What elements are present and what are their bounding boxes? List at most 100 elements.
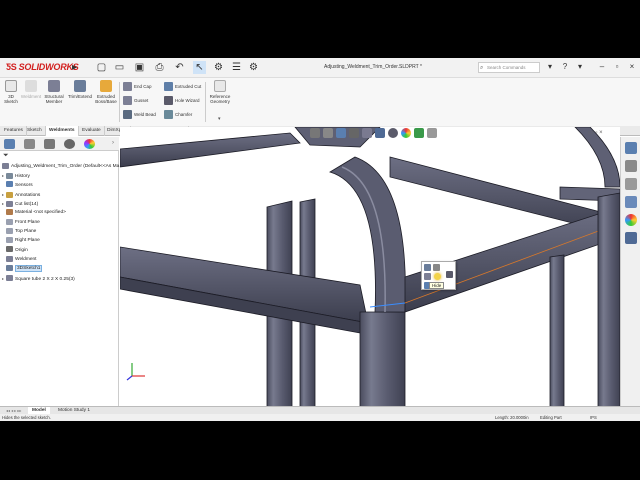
end-cap-icon [123, 82, 132, 92]
restore-icon[interactable]: ▫ [612, 62, 622, 71]
help-dropdown-icon[interactable]: ▾ [575, 62, 585, 71]
custom-properties-icon[interactable] [625, 232, 637, 244]
tree-item[interactable]: ▸ Annotations [0, 190, 119, 199]
tree-item[interactable]: Sensors [0, 181, 119, 190]
tree-item-icon [6, 265, 13, 271]
expand-arrow-icon[interactable]: ▸ [68, 61, 81, 74]
tree-item[interactable]: ▸ Cut list(14) [0, 199, 119, 208]
dimxpert-manager-icon[interactable] [64, 139, 75, 149]
zoom-to-area-icon[interactable] [323, 128, 333, 138]
sketch3d-icon [5, 80, 17, 92]
tree-item-label: Weldment [15, 256, 37, 262]
column-front-center [359, 311, 406, 408]
structural-member-label: Structural Member [44, 94, 64, 104]
reference-geometry-dropdown-icon[interactable]: ▾ [218, 116, 221, 122]
search-dropdown-icon[interactable]: ▾ [545, 62, 555, 71]
gusset-label: Gusset [134, 98, 149, 103]
options-gear-icon[interactable]: ⚙ [247, 61, 260, 74]
save-icon[interactable]: ▣ [133, 61, 146, 74]
graphics-area[interactable]: ▭ ▫ × [120, 127, 620, 408]
zoom-to-selection-icon[interactable] [446, 271, 453, 278]
weldment-frame-model[interactable] [120, 127, 620, 408]
hide-icon[interactable] [434, 273, 441, 280]
tree-item-label: Origin [15, 247, 28, 253]
file-properties-icon[interactable]: ☰ [230, 61, 243, 74]
apply-scene-icon[interactable] [414, 128, 424, 138]
tree-item[interactable]: 3DSketch1 [0, 264, 119, 273]
tree-item[interactable]: Top Plane [0, 227, 119, 236]
previous-view-icon[interactable] [336, 128, 346, 138]
tree-item[interactable]: ▸ Square tube 2 X 2 X 0.25(3) [0, 274, 119, 283]
weldment-icon [25, 80, 37, 92]
tree-item[interactable]: Origin [0, 246, 119, 255]
rebuild-icon[interactable]: ⚙ [212, 61, 225, 74]
structural-member-button[interactable]: Structural Member [43, 80, 65, 104]
tab-sketch[interactable]: Sketch [24, 126, 46, 136]
tree-item[interactable]: Right Plane [0, 236, 119, 245]
tree-item-icon [6, 181, 13, 188]
tree-item[interactable]: Material <not specified> [0, 208, 119, 217]
zoom-to-fit-icon[interactable] [310, 128, 320, 138]
tab-evaluate[interactable]: Evaluate [79, 126, 105, 136]
chamfer-button[interactable]: Chamfer [164, 109, 192, 121]
trim-extend-button[interactable]: Trim/Extend [67, 80, 93, 99]
feature-tree-icon[interactable] [4, 139, 15, 149]
hide-show-items-icon[interactable] [388, 128, 398, 138]
property-manager-icon[interactable] [24, 139, 35, 149]
section-view-icon[interactable] [349, 128, 359, 138]
tree-item-icon [6, 191, 13, 198]
view-palette-icon[interactable] [625, 196, 637, 208]
extruded-cut-label: Extruded Cut [175, 84, 202, 89]
tree-item[interactable]: Front Plane [0, 218, 119, 227]
tree-item[interactable]: ▸ History [0, 171, 119, 180]
sketch-relations-icon[interactable] [433, 264, 440, 271]
appearances-icon[interactable] [625, 214, 637, 226]
chamfer-label: Chamfer [175, 112, 193, 117]
file-explorer-icon[interactable] [625, 178, 637, 190]
view-orientation-icon[interactable] [362, 128, 372, 138]
edit-sketch-icon[interactable] [424, 264, 431, 271]
minimize-icon[interactable]: – [597, 62, 607, 71]
trim-extend-label: Trim/Extend [67, 94, 93, 99]
model-tabs: ◂◂ ◂ ▸ ▸▸ Model Motion Study 1 [0, 406, 640, 415]
search-commands-input[interactable]: ⌕ Search Commands [478, 62, 540, 73]
extruded-cut-button[interactable]: Extruded Cut [164, 81, 201, 93]
extruded-boss-icon [100, 80, 112, 92]
edit-appearance-icon[interactable] [401, 128, 411, 138]
tree-root[interactable]: Adjusting_Weldment_Trim_Order (Default<<… [0, 162, 119, 171]
design-library-icon[interactable] [625, 160, 637, 172]
weld-bead-icon [123, 110, 132, 120]
panel-expand-icon[interactable]: › [112, 140, 114, 146]
weldment-button[interactable]: Weldment [20, 80, 42, 99]
solidworks-resources-icon[interactable] [625, 142, 637, 154]
undo-icon[interactable]: ↶ [173, 61, 186, 74]
normal-to-icon[interactable] [424, 273, 431, 280]
select-pointer-icon[interactable]: ↖ [193, 61, 206, 74]
end-cap-button[interactable]: End Cap [123, 81, 152, 93]
tree-item-icon [6, 255, 13, 262]
display-style-icon[interactable] [375, 128, 385, 138]
reference-geometry-button[interactable]: Reference Geometry [208, 80, 232, 104]
print-icon[interactable]: ⎙ [153, 61, 166, 74]
view-settings-icon[interactable] [427, 128, 437, 138]
viewport-window-controls[interactable]: ▭ ▫ × [588, 129, 603, 136]
tab-weldments[interactable]: Weldments [46, 126, 79, 136]
filter-icon[interactable]: ⏷ [3, 152, 9, 160]
close-icon[interactable]: × [627, 62, 637, 71]
display-manager-icon[interactable] [84, 139, 95, 149]
open-folder-icon[interactable]: ▭ [113, 61, 126, 74]
hole-wizard-button[interactable]: Hole Wizard [164, 95, 200, 107]
tree-item[interactable]: Weldment [0, 255, 119, 264]
gusset-icon [123, 96, 132, 106]
extruded-boss-button[interactable]: Extruded Boss/Base [94, 80, 118, 104]
gusset-button[interactable]: Gusset [123, 95, 148, 107]
configuration-manager-icon[interactable] [44, 139, 55, 149]
status-units[interactable]: IPS [590, 414, 597, 421]
help-icon[interactable]: ? [560, 62, 570, 71]
tree-item-label: Front Plane [15, 219, 40, 225]
new-document-icon[interactable]: ▢ [95, 61, 108, 74]
weld-bead-button[interactable]: Weld Bead [123, 109, 156, 121]
tree-item-label: Square tube 2 X 2 X 0.25(3) [15, 276, 75, 282]
sketch3d-button[interactable]: 3D Sketch [3, 80, 19, 104]
tree-item-icon [6, 275, 13, 282]
